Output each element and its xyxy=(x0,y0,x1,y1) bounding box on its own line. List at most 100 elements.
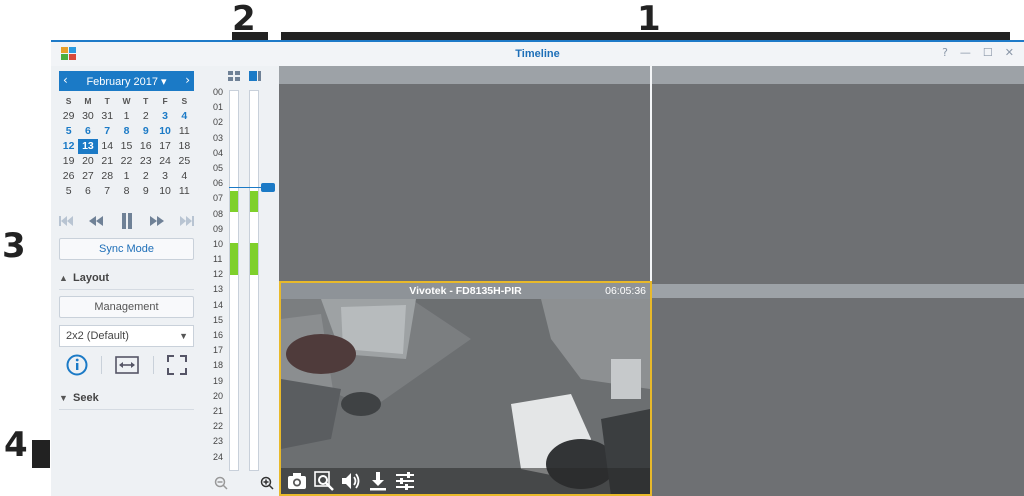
calendar-day[interactable]: 4 xyxy=(175,109,194,124)
zoom-out-icon[interactable] xyxy=(214,476,228,490)
hour-label: 02 xyxy=(213,117,224,128)
calendar-day[interactable]: 26 xyxy=(59,169,78,184)
recording-segment[interactable] xyxy=(230,191,238,212)
single-view-icon[interactable] xyxy=(249,71,261,82)
zoom-icon[interactable] xyxy=(313,470,335,492)
callout-4: 4 xyxy=(4,425,28,465)
calendar-day[interactable]: 9 xyxy=(136,124,155,139)
calendar-day[interactable]: 1 xyxy=(117,109,136,124)
camera-video[interactable] xyxy=(281,299,650,496)
fast-forward-icon[interactable] xyxy=(149,215,164,227)
close-icon[interactable]: ✕ xyxy=(1005,46,1014,59)
fit-width-icon[interactable] xyxy=(115,356,140,374)
camera-tile[interactable]: Vivotek - FD8135H-PIR 06:05:36 xyxy=(279,281,652,496)
callout-2: 2 xyxy=(232,0,256,39)
volume-icon[interactable] xyxy=(340,470,362,492)
calendar-day[interactable]: 15 xyxy=(117,139,136,154)
hour-label: 13 xyxy=(213,284,224,295)
hour-label: 03 xyxy=(213,132,224,143)
grid-view-icon[interactable] xyxy=(228,71,240,82)
calendar-day[interactable]: 7 xyxy=(98,124,117,139)
month-selector[interactable]: February 2017 ▾ xyxy=(59,75,194,88)
calendar-day[interactable]: 5 xyxy=(59,184,78,199)
calendar-day[interactable]: 20 xyxy=(78,154,97,169)
calendar-day[interactable]: 18 xyxy=(175,139,194,154)
calendar-day[interactable]: 3 xyxy=(155,169,174,184)
hour-label: 15 xyxy=(213,314,224,325)
zoom-in-icon[interactable] xyxy=(260,476,274,490)
calendar-day[interactable]: 29 xyxy=(59,109,78,124)
calendar-day[interactable]: 17 xyxy=(155,139,174,154)
recording-segment[interactable] xyxy=(230,243,238,276)
hour-label: 04 xyxy=(213,147,224,158)
calendar-day[interactable]: 11 xyxy=(175,184,194,199)
calendar-day[interactable]: 19 xyxy=(59,154,78,169)
sync-mode-button[interactable]: Sync Mode xyxy=(59,238,194,260)
calendar-day[interactable]: 7 xyxy=(98,184,117,199)
fullscreen-icon[interactable] xyxy=(167,355,188,375)
calendar-day[interactable]: 13 xyxy=(78,139,98,154)
calendar-day[interactable]: 14 xyxy=(98,139,117,154)
calendar-day[interactable]: 23 xyxy=(136,154,155,169)
calendar-day[interactable]: 4 xyxy=(175,169,194,184)
rewind-icon[interactable] xyxy=(89,215,104,227)
calendar-day[interactable]: 28 xyxy=(98,169,117,184)
hour-label: 23 xyxy=(213,436,224,447)
callout-3: 3 xyxy=(2,226,26,266)
calendar-day[interactable]: 22 xyxy=(117,154,136,169)
calendar-day[interactable]: 1 xyxy=(117,169,136,184)
calendar-day[interactable]: 21 xyxy=(98,154,117,169)
calendar-day[interactable]: 8 xyxy=(117,184,136,199)
calendar-day[interactable]: 27 xyxy=(78,169,97,184)
layout-section-header[interactable]: ▲ Layout xyxy=(59,272,194,290)
recording-segment[interactable] xyxy=(250,191,258,212)
maximize-icon[interactable]: ☐ xyxy=(983,46,993,59)
calendar-day[interactable]: 2 xyxy=(136,169,155,184)
calendar-day[interactable]: 9 xyxy=(136,184,155,199)
calendar-day[interactable]: 11 xyxy=(175,124,194,139)
chevron-right-icon[interactable]: › xyxy=(185,73,190,87)
recording-segment[interactable] xyxy=(250,243,258,276)
hour-label: 06 xyxy=(213,178,224,189)
seek-section-header[interactable]: ▼ Seek xyxy=(59,392,194,410)
calendar-day[interactable]: 31 xyxy=(98,109,117,124)
calendar-day[interactable]: 6 xyxy=(78,184,97,199)
minimize-icon[interactable]: — xyxy=(960,46,971,59)
calendar-day[interactable]: 16 xyxy=(136,139,155,154)
calendar-day[interactable]: 3 xyxy=(155,109,174,124)
calendar-day[interactable]: 12 xyxy=(59,139,78,154)
chevron-down-icon: ▼ xyxy=(59,393,68,403)
timeline-track[interactable] xyxy=(229,90,239,471)
management-button[interactable]: Management xyxy=(59,296,194,318)
hour-label: 11 xyxy=(213,254,223,265)
pause-icon[interactable] xyxy=(120,213,134,229)
calendar-day[interactable]: 30 xyxy=(78,109,97,124)
calendar-day[interactable]: 24 xyxy=(155,154,174,169)
camera-icon[interactable] xyxy=(286,470,308,492)
hour-label: 22 xyxy=(213,421,224,432)
hour-label: 14 xyxy=(213,299,224,310)
hour-label: 09 xyxy=(213,223,224,234)
layout-tools xyxy=(59,354,194,376)
hour-label: 21 xyxy=(213,405,224,416)
timeline-track[interactable] xyxy=(249,90,259,471)
skip-start-icon[interactable] xyxy=(59,215,73,227)
calendar-day[interactable]: 2 xyxy=(136,109,155,124)
calendar-day[interactable]: 5 xyxy=(59,124,78,139)
timeline-hours: 00 01 02 03 04 05 06 07 08 09 10 11 12 13 14 15 16 17 18 19… xyxy=(213,85,229,465)
calendar-day[interactable]: 8 xyxy=(117,124,136,139)
layout-select[interactable]: 2x2 (Default) ▼ xyxy=(59,325,194,347)
calendar-day[interactable]: 10 xyxy=(155,124,174,139)
calendar-day[interactable]: 10 xyxy=(155,184,174,199)
skip-end-icon[interactable] xyxy=(180,215,194,227)
info-icon[interactable] xyxy=(66,354,88,376)
calendar-day[interactable]: 6 xyxy=(78,124,97,139)
calendar-day[interactable]: 25 xyxy=(175,154,194,169)
help-icon[interactable]: ? xyxy=(942,46,948,59)
settings-sliders-icon[interactable] xyxy=(394,470,416,492)
download-icon[interactable] xyxy=(367,470,389,492)
timeline-cursor-handle[interactable] xyxy=(261,182,275,192)
layout-select-value: 2x2 (Default) xyxy=(66,330,129,342)
camera-timestamp: 06:05:36 xyxy=(605,285,646,297)
camera-name: Vivotek - FD8135H-PIR xyxy=(409,285,522,297)
